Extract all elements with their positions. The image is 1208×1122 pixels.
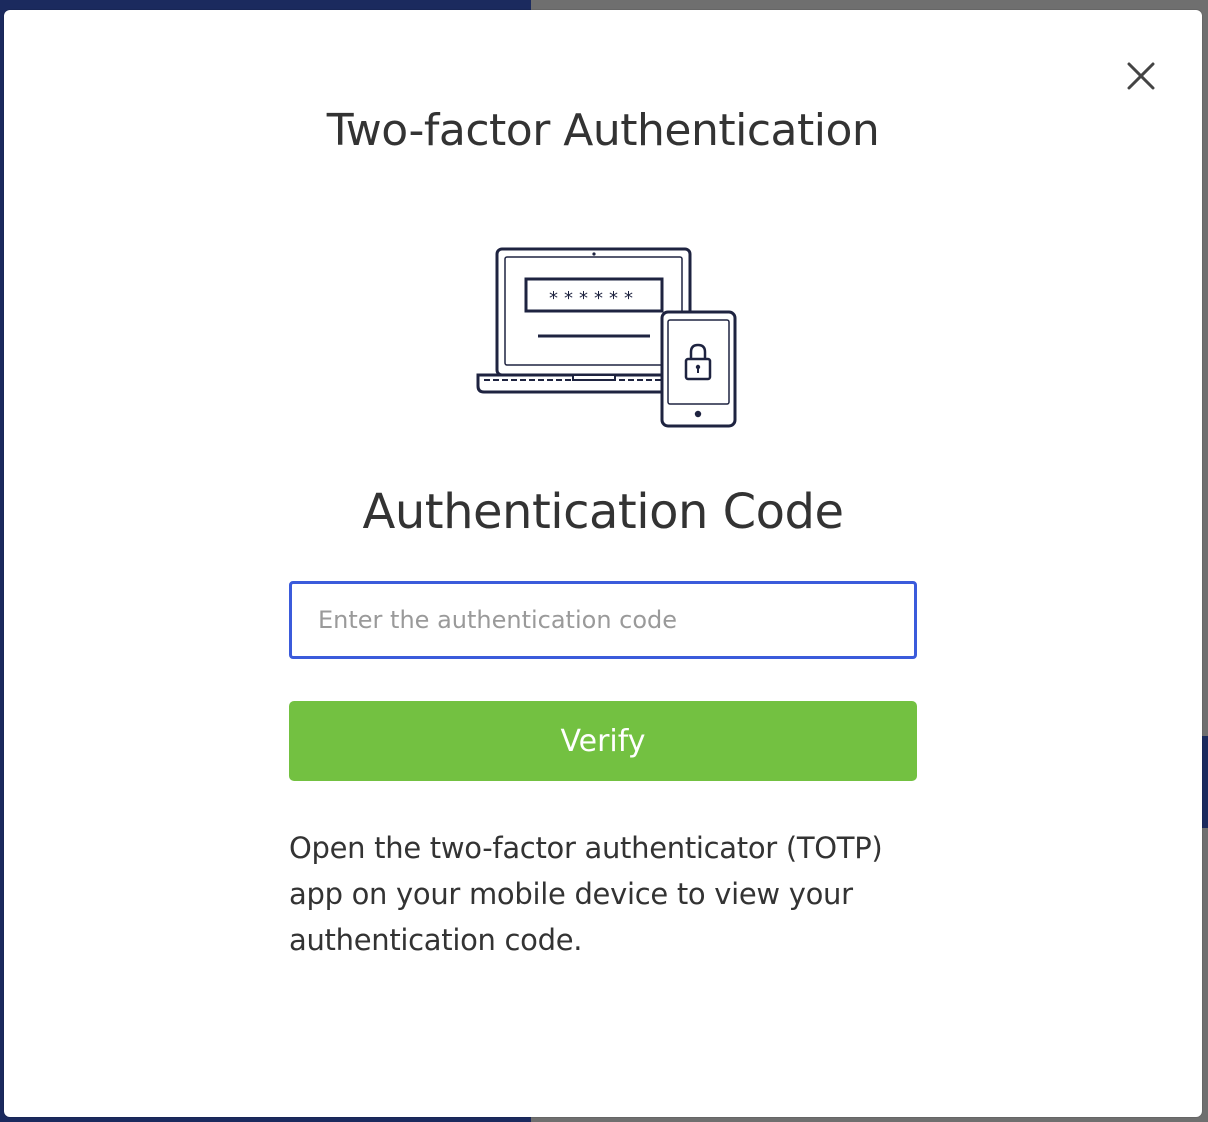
two-factor-modal: Two-factor Authentication ****** Authent…: [4, 10, 1202, 1117]
modal-title: Two-factor Authentication: [326, 105, 880, 156]
verify-button[interactable]: Verify: [289, 701, 917, 781]
password-mask: ******: [549, 288, 639, 309]
close-icon: [1127, 62, 1155, 90]
laptop-phone-lock-icon: ******: [476, 247, 737, 428]
authentication-code-input[interactable]: [289, 581, 917, 659]
section-heading: Authentication Code: [362, 484, 845, 540]
help-text: Open the two-factor authenticator (TOTP)…: [289, 831, 883, 957]
close-button[interactable]: [1122, 57, 1160, 95]
